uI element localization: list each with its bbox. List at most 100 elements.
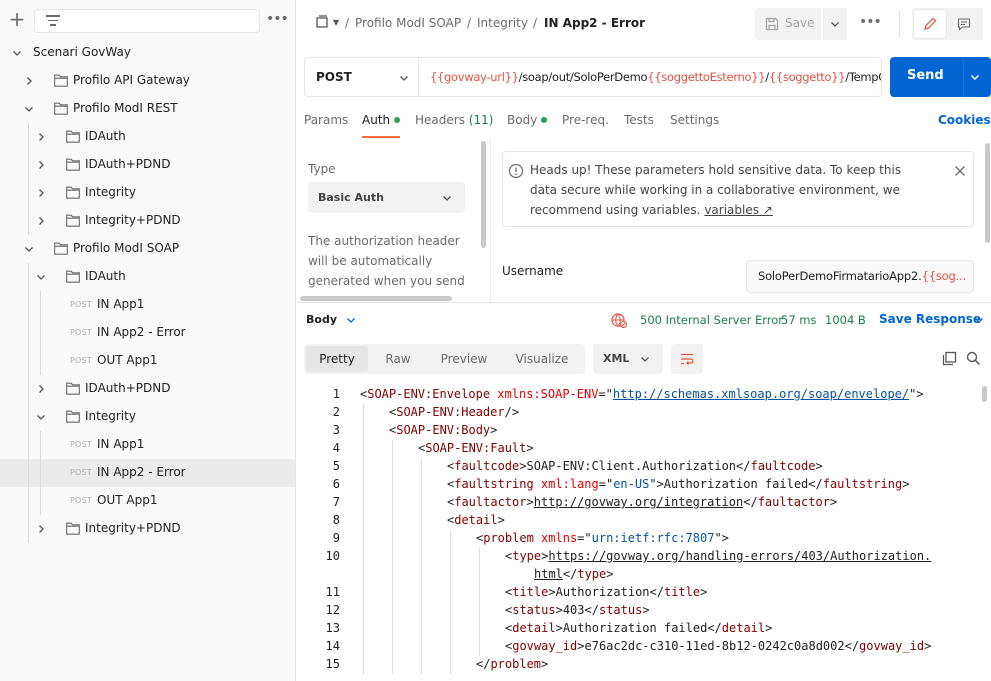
code-line: 10 <type>https://govway.org/handling-erro… <box>297 548 977 566</box>
xml-tag: type <box>512 549 542 563</box>
chevron-right-icon[interactable] <box>35 187 47 199</box>
indent-guide <box>28 515 29 543</box>
tree-item-folder[interactable]: Integrity+PDND <box>0 207 295 235</box>
tab-visualize[interactable]: Visualize <box>502 346 582 372</box>
tree-item-folder[interactable]: IDAuth <box>0 263 295 291</box>
chevron-down-icon[interactable] <box>23 243 35 255</box>
tree-item-request[interactable]: POST IN App1 <box>0 431 295 459</box>
page-title[interactable]: IN App2 - Error <box>544 16 645 30</box>
tree-item-request[interactable]: POST IN App1 <box>0 291 295 319</box>
xml-punct: =" <box>577 531 592 545</box>
method-select[interactable]: POST <box>304 57 419 97</box>
tree-item-folder[interactable]: Integrity+PDND <box>0 515 295 543</box>
response-size[interactable]: 1004 B <box>825 313 866 327</box>
save-response-button[interactable]: Save Response <box>879 312 983 326</box>
tab-preview[interactable]: Preview <box>428 346 500 372</box>
response-body-select[interactable]: Body <box>306 313 355 326</box>
wrap-lines-button[interactable] <box>671 344 703 374</box>
more-horizontal-icon[interactable]: ••• <box>859 14 882 30</box>
tree-item-folder[interactable]: IDAuth <box>0 123 295 151</box>
chevron-right-icon[interactable] <box>35 159 47 171</box>
save-options-button[interactable] <box>823 8 847 40</box>
breadcrumb-item[interactable]: Profilo ModI SOAP <box>355 16 461 30</box>
scrollbar[interactable] <box>982 386 987 402</box>
response-code-viewer[interactable]: 1 <SOAP-ENV:Envelope xmlns:SOAP-ENV="http… <box>297 386 977 681</box>
chevron-down-icon[interactable]: ▼ <box>333 18 339 27</box>
method-badge: POST <box>70 468 92 477</box>
url-variable: {{soggettoEsterno}} <box>647 70 766 84</box>
tree-item-folder[interactable]: Profilo API Gateway <box>0 67 295 95</box>
chevron-right-icon[interactable] <box>23 75 35 87</box>
sidebar-search-input[interactable] <box>34 9 260 33</box>
close-icon[interactable] <box>954 165 966 177</box>
tab-auth-label: Auth <box>362 113 391 127</box>
code-text: <faultstring xml:lang="en-US">Authorizat… <box>447 477 909 491</box>
method-badge: POST <box>70 300 92 309</box>
tab-pre-request[interactable]: Pre-req. <box>562 113 609 127</box>
scrollbar[interactable] <box>300 296 452 301</box>
tree-item-request[interactable]: POST OUT App1 <box>0 487 295 515</box>
xml-punct: /> <box>504 405 520 419</box>
comments-button[interactable] <box>948 10 980 38</box>
tree-item-folder[interactable]: Profilo ModI SOAP <box>0 235 295 263</box>
save-button[interactable]: Save <box>755 8 821 40</box>
plus-icon[interactable]: + <box>7 9 27 30</box>
tree-item-collection[interactable]: Scenari GovWay <box>0 39 295 67</box>
xml-punct: </ <box>808 477 823 491</box>
xml-punct: > <box>606 567 614 581</box>
tree-item-request[interactable]: POST IN App2 - Error <box>0 319 295 347</box>
scrollbar[interactable] <box>481 141 486 248</box>
variables-link[interactable]: variables ↗ <box>704 203 773 217</box>
collection-icon[interactable] <box>315 15 329 29</box>
send-button[interactable]: Send <box>890 57 991 97</box>
indent-guide <box>479 548 480 656</box>
username-input[interactable]: SoloPerDemoFirmatarioApp2.{{sog... <box>746 260 974 293</box>
search-icon[interactable] <box>966 351 981 366</box>
edit-mode-button[interactable] <box>914 10 946 38</box>
format-select[interactable]: XML <box>593 344 663 374</box>
auth-type-select[interactable]: Basic Auth <box>308 182 465 213</box>
chevron-down-icon[interactable] <box>11 47 23 59</box>
tab-headers[interactable]: Headers (11) <box>415 113 493 127</box>
tab-pretty[interactable]: Pretty <box>306 346 368 372</box>
more-horizontal-icon[interactable]: ••• <box>266 10 289 30</box>
tab-auth[interactable]: Auth <box>362 113 401 127</box>
tree-item-folder[interactable]: Profilo ModI REST <box>0 95 295 123</box>
cookies-link[interactable]: Cookies <box>938 113 991 127</box>
code-text: <faultactor>http://govway.org/integratio… <box>447 495 837 509</box>
chevron-right-icon[interactable] <box>35 383 47 395</box>
tree-item-folder[interactable]: IDAuth+PDND <box>0 375 295 403</box>
chevron-down-icon[interactable] <box>969 71 981 83</box>
chevron-down-icon[interactable] <box>23 103 35 115</box>
username-variable: {{sog... <box>921 269 967 283</box>
tree-item-folder[interactable]: IDAuth+PDND <box>0 151 295 179</box>
tree-item-request[interactable]: POST IN App2 - Error <box>0 459 295 487</box>
chevron-right-icon[interactable] <box>35 523 47 535</box>
tab-body[interactable]: Body <box>507 113 548 127</box>
tree-item-request[interactable]: POST OUT App1 <box>0 347 295 375</box>
tab-params[interactable]: Params <box>304 113 348 127</box>
status-code[interactable]: 500 Internal Server Error <box>640 313 783 327</box>
tab-raw[interactable]: Raw <box>370 346 426 372</box>
scrollbar[interactable] <box>985 143 990 243</box>
chevron-down-icon <box>400 76 408 81</box>
info-icon <box>508 163 524 179</box>
chevron-right-icon[interactable] <box>35 215 47 227</box>
tree-item-folder[interactable]: Integrity <box>0 179 295 207</box>
xml-tag: status <box>512 603 556 617</box>
breadcrumb-item[interactable]: Integrity <box>477 16 528 30</box>
indent-guide <box>421 458 422 674</box>
divider <box>899 10 900 38</box>
copy-icon[interactable] <box>942 351 957 366</box>
chevron-right-icon[interactable] <box>35 131 47 143</box>
globe-error-icon[interactable] <box>611 312 627 328</box>
chevron-down-icon[interactable] <box>35 411 47 423</box>
tab-tests[interactable]: Tests <box>624 113 654 127</box>
chevron-down-icon[interactable] <box>35 271 47 283</box>
url-input[interactable]: {{govway-url}}/soap/out/SoloPerDemo{{sog… <box>419 57 882 97</box>
response-time[interactable]: 57 ms <box>781 313 816 327</box>
tab-settings[interactable]: Settings <box>670 113 719 127</box>
tree-item-folder[interactable]: Integrity <box>0 403 295 431</box>
breadcrumb-separator: / <box>467 16 472 30</box>
line-number: 11 <box>325 585 340 599</box>
